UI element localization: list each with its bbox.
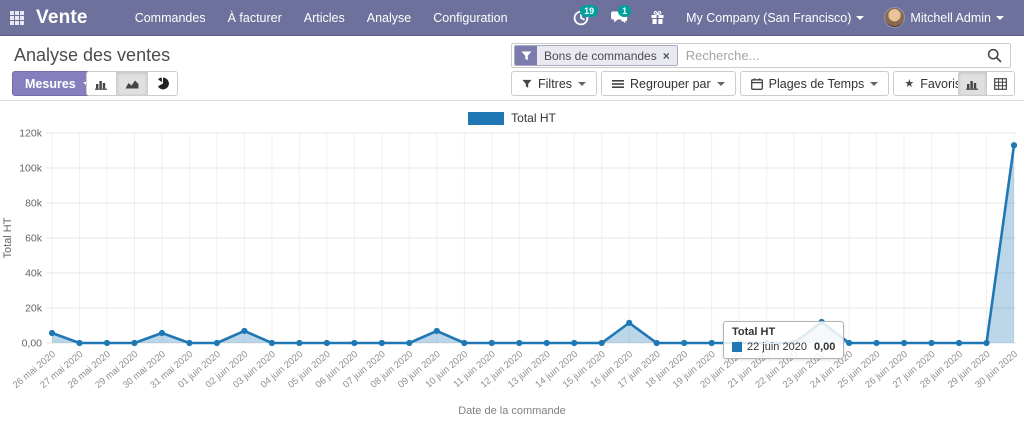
chevron-down-icon [996, 16, 1004, 20]
area-chart-icon [125, 78, 139, 90]
calendar-icon [751, 78, 763, 90]
user-menu[interactable]: Mitchell Admin [874, 0, 1014, 36]
menu-commandes[interactable]: Commandes [124, 0, 217, 36]
navbar-systray: 19 1 My Company (San Francisco) [562, 0, 1024, 36]
svg-text:120k: 120k [19, 128, 43, 140]
tooltip-date: 22 juin 2020 [747, 341, 807, 353]
line-chart-button[interactable] [116, 71, 148, 96]
menu-articles[interactable]: Articles [293, 0, 356, 36]
tooltip-value: 0,00 [814, 341, 835, 353]
search-icon[interactable] [987, 48, 1002, 63]
tooltip-series-swatch [732, 342, 742, 352]
apps-menu-button[interactable] [0, 0, 34, 36]
promotion-button[interactable] [639, 0, 676, 36]
star-icon: ★ [904, 77, 914, 90]
facet-remove-icon[interactable]: × [663, 49, 670, 63]
view-switcher [959, 71, 1015, 96]
pivot-view-icon [994, 78, 1007, 90]
pie-chart-button[interactable] [147, 71, 178, 96]
facet-value: Bons de commandes × [537, 46, 677, 65]
messages-button[interactable]: 1 [600, 0, 639, 36]
menu-configuration[interactable]: Configuration [422, 0, 518, 36]
filters-button[interactable]: Filtres [511, 71, 597, 96]
svg-text:100k: 100k [19, 163, 43, 175]
main-menu: Commandes À facturer Articles Analyse Co… [124, 0, 519, 36]
activities-button[interactable]: 19 [562, 0, 600, 36]
pie-chart-icon [156, 77, 169, 90]
chevron-down-icon [578, 82, 586, 86]
tooltip-title: Total HT [732, 326, 835, 338]
menu-a-facturer[interactable]: À facturer [217, 0, 293, 36]
apps-grid-icon [10, 11, 24, 25]
chart-tooltip: Total HT 22 juin 2020 0,00 [723, 321, 844, 359]
svg-text:80k: 80k [25, 198, 43, 210]
control-panel: Analyse des ventes Bons de commandes × [0, 37, 1024, 101]
svg-text:40k: 40k [25, 268, 43, 280]
line-area-plot[interactable]: 120k100k80k60k40k20k0,00Total HT26 mai 2… [0, 102, 1024, 402]
svg-text:0,00: 0,00 [22, 338, 43, 350]
sales-analysis-chart: Total HT 120k100k80k60k40k20k0,00Total H… [0, 102, 1024, 435]
graph-view-button[interactable] [958, 71, 987, 96]
top-navbar: Vente Commandes À facturer Articles Anal… [0, 0, 1024, 36]
svg-text:Total HT: Total HT [2, 217, 14, 258]
filter-facet-icon [515, 46, 537, 65]
user-name: Mitchell Admin [910, 11, 991, 25]
menu-analyse[interactable]: Analyse [356, 0, 422, 36]
search-bar[interactable]: Bons de commandes × [511, 43, 1011, 68]
app-brand[interactable]: Vente [34, 7, 96, 29]
group-by-button[interactable]: Regrouper par [601, 71, 736, 96]
bar-chart-button[interactable] [86, 71, 117, 96]
gift-icon [650, 10, 665, 25]
graph-view-icon [966, 78, 979, 90]
company-name: My Company (San Francisco) [686, 11, 851, 25]
sales-analysis-page: Vente Commandes À facturer Articles Anal… [0, 0, 1024, 435]
filter-icon [522, 79, 532, 89]
company-switcher[interactable]: My Company (San Francisco) [676, 0, 874, 36]
bar-chart-icon [95, 78, 108, 90]
chevron-down-icon [870, 82, 878, 86]
svg-text:60k: 60k [25, 233, 43, 245]
page-title: Analyse des ventes [14, 45, 170, 66]
chevron-down-icon [856, 16, 864, 20]
chart-type-switcher [86, 71, 178, 96]
time-ranges-button[interactable]: Plages de Temps [740, 71, 890, 96]
message-counter-badge: 1 [618, 5, 631, 17]
group-by-icon [612, 79, 624, 89]
pivot-view-button[interactable] [986, 71, 1015, 96]
x-axis-title: Date de la commande [0, 405, 1024, 417]
activity-counter-badge: 19 [580, 5, 598, 17]
search-options: Filtres Regrouper par Pla [511, 71, 986, 96]
avatar [884, 7, 905, 28]
search-facet-bons-de-commandes[interactable]: Bons de commandes × [514, 45, 678, 66]
svg-text:20k: 20k [25, 303, 43, 315]
chevron-down-icon [717, 82, 725, 86]
search-input[interactable] [678, 48, 987, 63]
